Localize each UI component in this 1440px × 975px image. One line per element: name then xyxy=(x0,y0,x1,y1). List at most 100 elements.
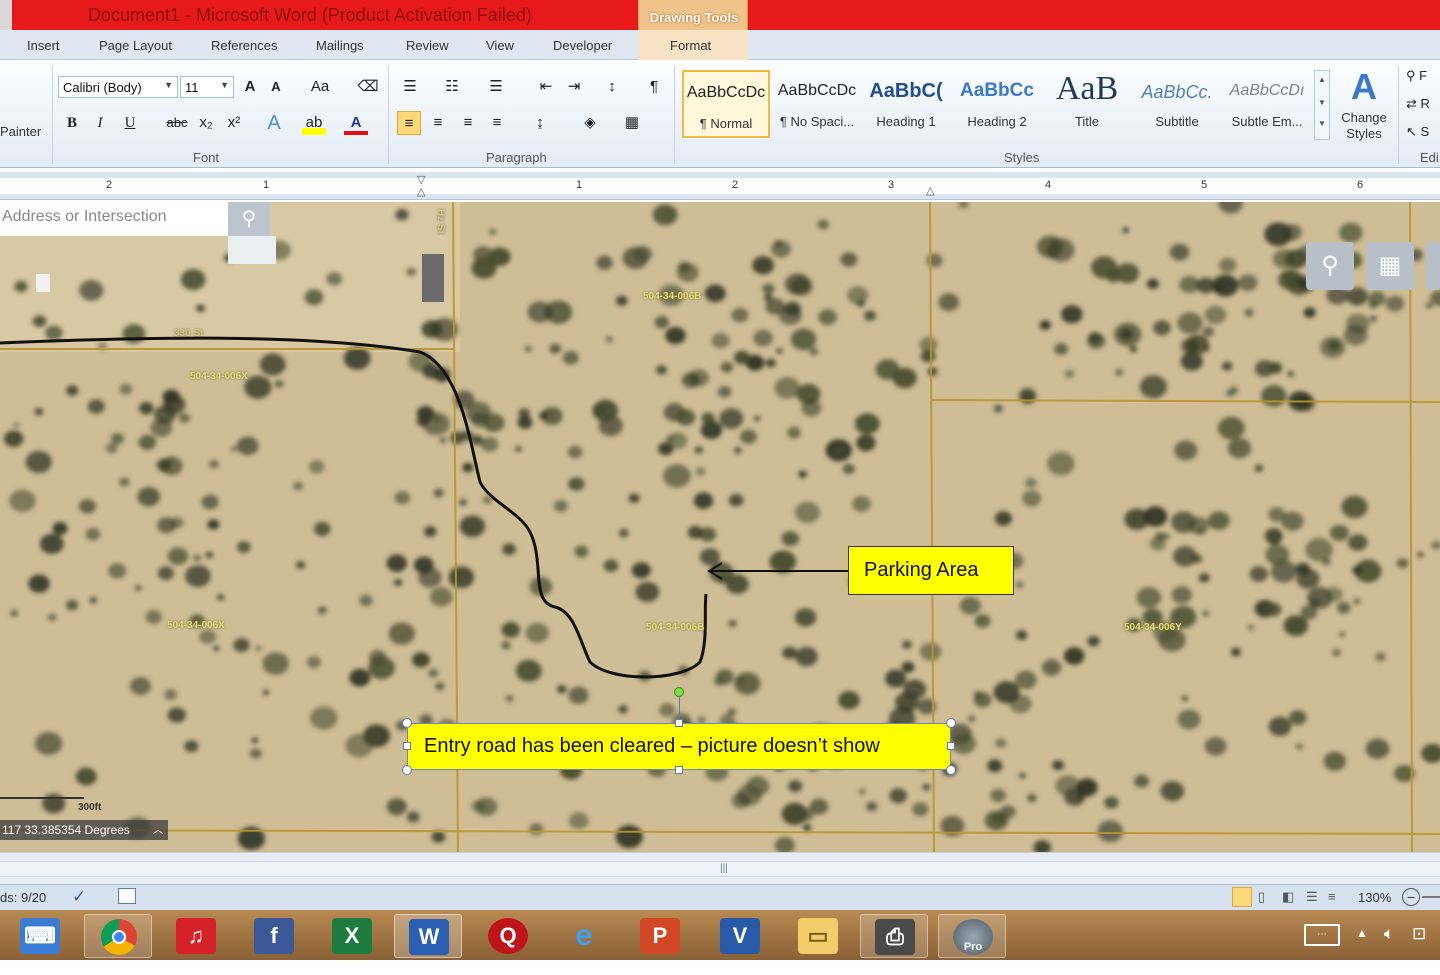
scroll-grip-icon[interactable]: ||| xyxy=(720,863,728,874)
align-right-icon[interactable]: ≡ xyxy=(456,111,480,135)
styles-scroll[interactable]: ▲ ▼ ▼ xyxy=(1314,70,1330,140)
keyboard-app-icon[interactable]: ⌨ xyxy=(6,914,74,958)
find-button[interactable]: ⚲ F xyxy=(1406,68,1427,84)
parking-area-callout[interactable]: Parking Area xyxy=(848,546,1014,595)
indent-marker-icon[interactable]: ▽ △ xyxy=(417,174,429,198)
tab-format[interactable]: Format xyxy=(670,38,711,53)
map-zoom-button[interactable]: ⚲ xyxy=(1306,242,1354,290)
change-case-button[interactable]: Aa xyxy=(304,75,336,99)
increase-indent-icon[interactable]: ⇥ xyxy=(562,75,586,99)
outline-icon[interactable]: ☰ xyxy=(1306,889,1318,905)
horizontal-ruler[interactable]: 2 1 ▽ △ 1 2 3 △ 4 5 6 xyxy=(0,172,1440,200)
powerpoint-icon[interactable]: P xyxy=(626,914,694,958)
resize-handle[interactable] xyxy=(946,718,956,728)
style-title[interactable]: AaB Title xyxy=(1043,70,1131,138)
borders-icon[interactable]: ▦ xyxy=(620,111,644,135)
resize-handle[interactable] xyxy=(675,719,683,727)
style-heading-2[interactable]: AaBbCc Heading 2 xyxy=(953,70,1041,138)
resize-handle[interactable] xyxy=(947,742,955,750)
select-button[interactable]: ↖ S xyxy=(1406,124,1429,140)
pilcrow-icon[interactable]: ¶ xyxy=(642,75,666,99)
network-icon[interactable]: ⊡ xyxy=(1412,924,1426,944)
proofing-icon[interactable]: ✓ xyxy=(72,887,86,907)
resize-handle[interactable] xyxy=(402,765,412,775)
map-search-input[interactable]: Address or Intersection xyxy=(0,202,228,236)
resize-handle[interactable] xyxy=(946,765,956,775)
draft-icon[interactable]: ≡ xyxy=(1328,889,1336,904)
style-subtle-emphasis[interactable]: AaBbCcDı Subtle Em... xyxy=(1223,70,1311,138)
visio-icon[interactable]: V xyxy=(706,914,774,958)
horizontal-scrollbar[interactable]: ||| xyxy=(0,852,1440,886)
style-heading-1[interactable]: AaBbC( Heading 1 xyxy=(862,70,950,138)
numbering-icon[interactable]: ☷ xyxy=(440,75,464,99)
font-name-combo[interactable]: Calibri (Body) ▼ xyxy=(58,76,178,98)
map-search-button[interactable]: ⚲ xyxy=(228,202,270,236)
highlight-icon[interactable]: ab xyxy=(302,111,326,135)
text-effects-button[interactable]: A xyxy=(262,111,286,135)
volume-icon[interactable]: 🔈︎ xyxy=(1384,924,1394,944)
align-left-icon[interactable]: ≡ xyxy=(397,111,421,135)
coordinate-toggle[interactable]: ︿ xyxy=(148,820,168,840)
font-color-button[interactable]: A xyxy=(344,111,368,135)
sort-icon[interactable]: ↕ xyxy=(600,75,624,99)
resize-handle[interactable] xyxy=(402,718,412,728)
chrome-icon[interactable] xyxy=(84,914,152,958)
resize-handle[interactable] xyxy=(403,742,411,750)
change-styles-button[interactable]: Change Styles xyxy=(1336,110,1392,142)
macro-icon[interactable] xyxy=(118,888,136,904)
format-painter-button[interactable]: Painter xyxy=(0,124,41,139)
excel-icon[interactable]: X xyxy=(318,914,386,958)
show-hidden-icons-icon[interactable]: ▲ xyxy=(1356,926,1368,940)
map-tool-button[interactable] xyxy=(1426,242,1440,290)
style-subtitle[interactable]: AaBbCc. Subtitle xyxy=(1133,70,1221,138)
replace-button[interactable]: ⇄ R xyxy=(1406,96,1430,112)
print-layout-icon[interactable] xyxy=(1232,887,1252,907)
strikethrough-button[interactable]: abc xyxy=(162,111,192,135)
zoom-out-icon[interactable]: − xyxy=(1402,888,1420,906)
word-count[interactable]: ds: 9/20 xyxy=(0,890,46,905)
style-normal[interactable]: AaBbCcDc ¶ Normal xyxy=(682,70,770,138)
music-icon[interactable]: ♫ xyxy=(162,914,230,958)
quick-access-toolbar[interactable] xyxy=(0,0,12,30)
tab-mailings[interactable]: Mailings xyxy=(316,38,364,53)
right-indent-icon[interactable]: △ xyxy=(926,184,934,197)
tab-insert[interactable]: Insert xyxy=(27,38,60,53)
line-spacing-icon[interactable]: ↨ xyxy=(528,111,552,135)
subscript-button[interactable]: x₂ xyxy=(194,111,218,135)
resize-handle[interactable] xyxy=(675,766,683,774)
quicken-icon[interactable]: Q xyxy=(474,914,542,958)
clear-formatting-icon[interactable]: ⌫ xyxy=(356,75,380,99)
zoom-slider[interactable] xyxy=(1422,896,1440,898)
tab-developer[interactable]: Developer xyxy=(553,38,612,53)
document-area[interactable]: Address or Intersection ⚲ ⚲ ▦ 330 St Hz … xyxy=(0,202,1440,852)
justify-icon[interactable]: ≡ xyxy=(485,111,509,135)
web-layout-icon[interactable]: ◧ xyxy=(1282,889,1294,905)
tab-page-layout[interactable]: Page Layout xyxy=(99,38,172,53)
full-screen-reading-icon[interactable]: ▯ xyxy=(1258,889,1265,905)
style-no-spacing[interactable]: AaBbCcDc ¶ No Spaci... xyxy=(773,70,861,138)
scanner-icon[interactable]: ⎙ xyxy=(860,914,928,958)
superscript-button[interactable]: x² xyxy=(222,111,246,135)
rotate-handle[interactable] xyxy=(674,687,684,697)
google-earth-pro-icon[interactable]: Pro xyxy=(938,914,1006,958)
tab-references[interactable]: References xyxy=(211,38,277,53)
tab-review[interactable]: Review xyxy=(406,38,449,53)
bold-button[interactable]: B xyxy=(60,111,84,135)
shrink-font-button[interactable]: A xyxy=(264,75,288,99)
basemap-button[interactable]: ▦ xyxy=(1366,242,1414,290)
bullets-icon[interactable]: ☰ xyxy=(398,75,422,99)
word-icon[interactable]: W xyxy=(394,914,462,958)
touch-keyboard-icon[interactable]: ⋯ xyxy=(1304,924,1340,946)
file-explorer-icon[interactable]: ▭ xyxy=(784,914,852,958)
decrease-indent-icon[interactable]: ⇤ xyxy=(534,75,558,99)
multilevel-list-icon[interactable]: ☰ xyxy=(484,75,508,99)
font-size-combo[interactable]: 11 ▼ xyxy=(180,76,234,98)
zoom-level[interactable]: 130% xyxy=(1358,890,1391,905)
tab-view[interactable]: View xyxy=(486,38,514,53)
italic-button[interactable]: I xyxy=(88,111,112,135)
underline-button[interactable]: U xyxy=(118,111,142,135)
facebook-icon[interactable]: f xyxy=(240,914,308,958)
grow-font-button[interactable]: A xyxy=(238,75,262,99)
align-center-icon[interactable]: ≡ xyxy=(426,111,450,135)
internet-explorer-icon[interactable]: e xyxy=(550,914,618,958)
